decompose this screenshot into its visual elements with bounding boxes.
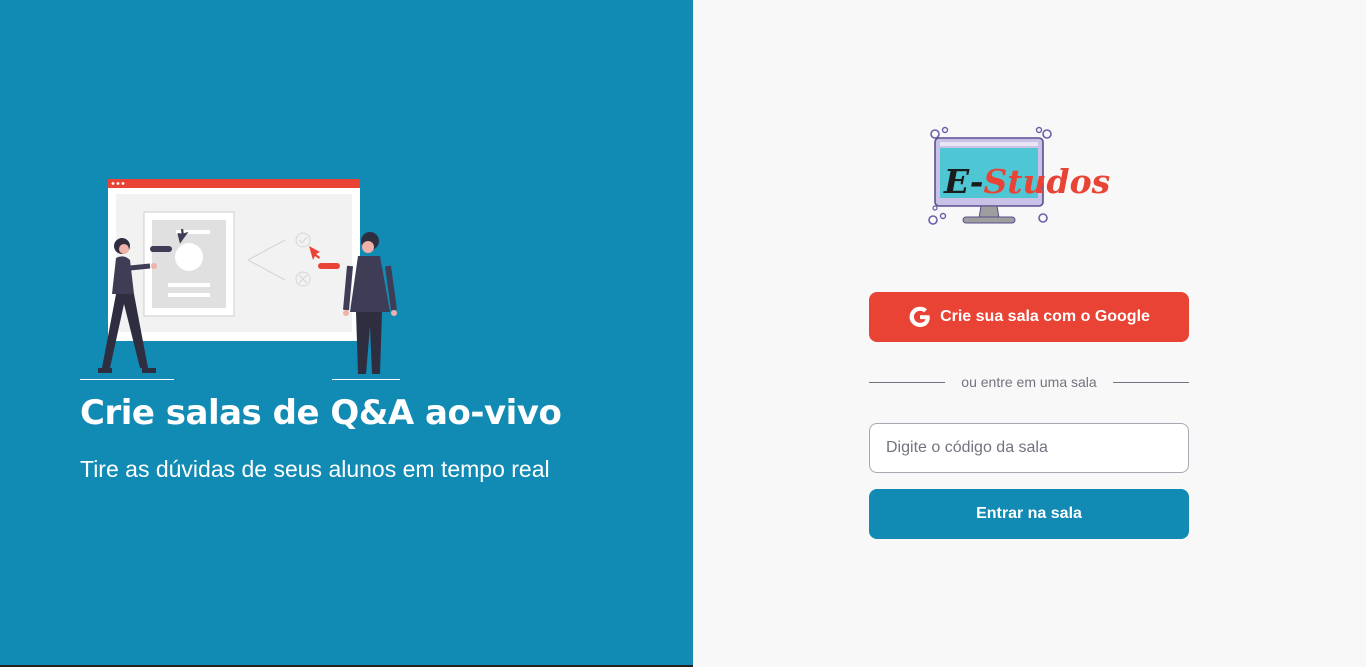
logo-text-prefix: E- [943,162,983,201]
separator-line-left [869,381,946,383]
aside-subtitle: Tire as dúvidas de seus alunos em tempo … [80,456,550,482]
logo-text-e: E-Studos [943,162,1110,201]
logo-text-suffix: Studos [983,162,1110,201]
google-icon [909,306,930,327]
google-button-label: Crie sua sala com o Google [940,308,1150,325]
create-room-google-button[interactable]: Crie sua sala com o Google [869,292,1189,342]
monitor-logo-icon: E-Studos [928,126,1110,225]
aside-panel: Crie salas de Q&A ao-vivo Tire as dúvida… [0,0,693,667]
main-panel: E-Studos Crie sua sala com o Google ou e… [693,0,1366,667]
enter-room-button[interactable]: Entrar na sala [869,489,1189,539]
aside-title: Crie salas de Q&A ao-vivo [80,393,562,433]
room-code-input[interactable] [869,423,1189,473]
separator-text: ou entre em uma sala [961,374,1097,390]
separator: ou entre em uma sala [869,372,1189,392]
separator-line-right [1112,381,1189,383]
qa-illustration [80,179,400,380]
